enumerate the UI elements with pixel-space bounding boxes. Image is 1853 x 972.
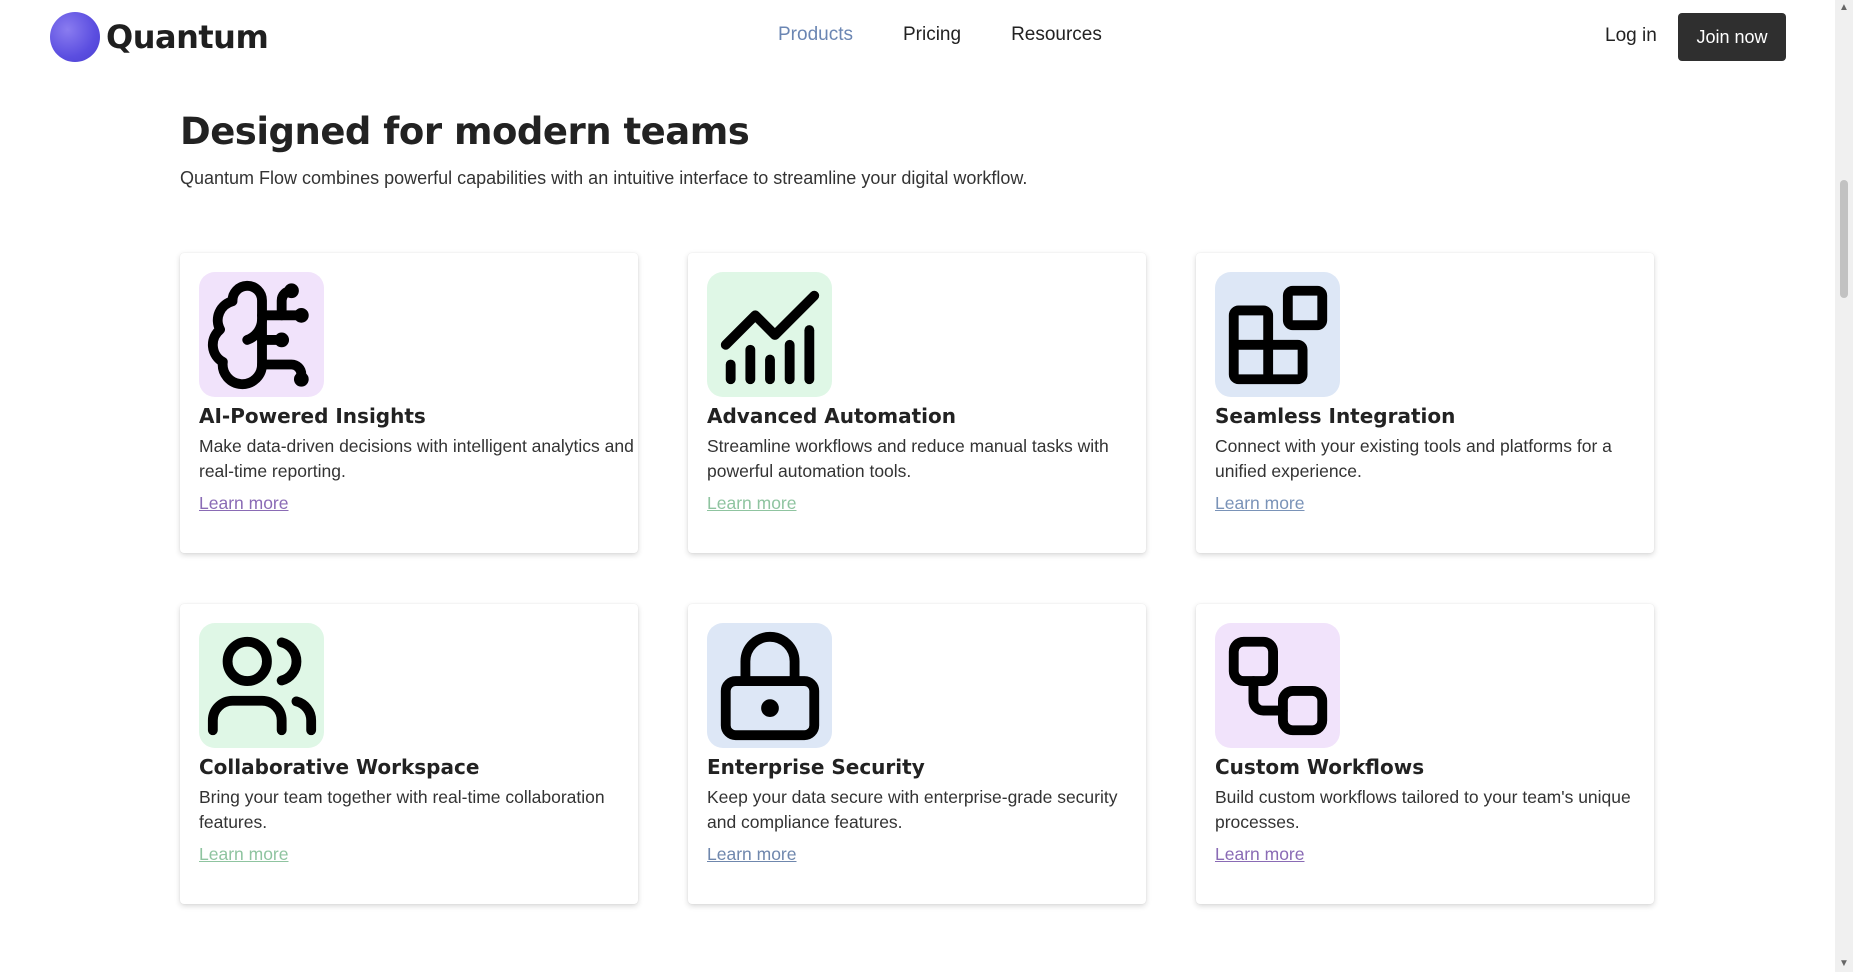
learn-more-link[interactable]: Learn more [1215,493,1305,514]
join-now-button[interactable]: Join now [1678,13,1786,61]
scrollbar-thumb[interactable] [1840,180,1848,298]
feature-icon-box [199,272,324,397]
feature-icon-box [1215,272,1340,397]
learn-more-link[interactable]: Learn more [707,844,797,865]
feature-title: Collaborative Workspace [199,755,480,779]
feature-card: Custom Workflows Build custom workflows … [1196,604,1654,904]
feature-description: Connect with your existing tools and pla… [1215,436,1612,481]
nav-pricing[interactable]: Pricing [903,24,961,46]
feature-description: Keep your data secure with enterprise-gr… [707,787,1118,832]
brain-circuit-icon [207,280,309,389]
feature-icon-box [707,623,832,748]
feature-title: AI-Powered Insights [199,404,426,428]
feature-description: Build custom workflows tailored to your … [1215,787,1631,832]
feature-icon-box [199,623,324,748]
section-title: Designed for modern teams [180,110,750,153]
main-nav: Products Pricing Resources [778,24,1152,46]
feature-icon-box [707,272,832,397]
learn-more-link[interactable]: Learn more [199,844,289,865]
feature-card: Collaborative Workspace Bring your team … [180,604,638,904]
brand-logo[interactable]: Quantum [50,12,269,62]
feature-title: Custom Workflows [1215,755,1425,779]
feature-title: Enterprise Security [707,755,925,779]
section-subtitle: Quantum Flow combines powerful capabilit… [180,168,1028,188]
workflow-icon [1228,636,1327,735]
login-link[interactable]: Log in [1605,25,1657,47]
learn-more-link[interactable]: Learn more [1215,844,1305,865]
chart-growth-icon [720,290,819,384]
feature-card: Enterprise Security Keep your data secur… [688,604,1146,904]
vertical-scrollbar[interactable]: ▲ ▼ [1835,0,1853,972]
feature-title: Seamless Integration [1215,404,1456,428]
feature-description: Make data-driven decisions with intellig… [199,436,634,481]
logo-orb-icon [50,12,100,62]
users-icon [207,636,316,735]
feature-icon-box [1215,623,1340,748]
feature-card: AI-Powered Insights Make data-driven dec… [180,253,638,553]
scroll-up-icon[interactable]: ▲ [1835,0,1853,16]
feature-card: Seamless Integration Connect with your e… [1196,253,1654,553]
nav-resources[interactable]: Resources [1011,24,1102,46]
page: Quantum Products Pricing Resources Log i… [0,0,1835,972]
scroll-down-icon[interactable]: ▼ [1835,956,1853,972]
top-nav: Quantum Products Pricing Resources Log i… [0,0,1835,76]
feature-card: Advanced Automation Streamline workflows… [688,253,1146,553]
lock-icon [720,631,819,740]
nav-products[interactable]: Products [778,24,853,46]
blocks-icon [1228,285,1327,384]
feature-description: Streamline workflows and reduce manual t… [707,436,1109,481]
learn-more-link[interactable]: Learn more [707,493,797,514]
feature-description: Bring your team together with real-time … [199,787,605,832]
feature-title: Advanced Automation [707,404,957,428]
learn-more-link[interactable]: Learn more [199,493,289,514]
brand-name: Quantum [106,18,269,56]
